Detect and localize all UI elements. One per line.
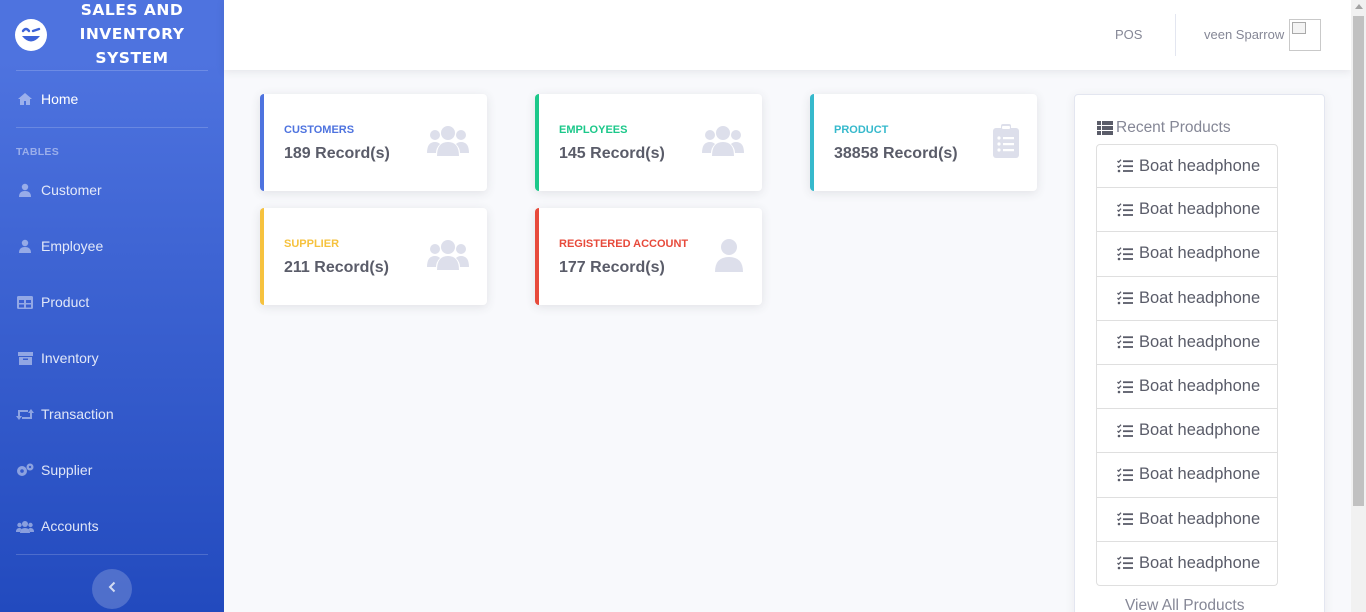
registered-account-card[interactable]: REGISTERED ACCOUNT 177 Record(s)	[535, 208, 762, 305]
sidebar-item-label: Supplier	[41, 462, 93, 478]
sidebar-item-employee[interactable]: Employee	[0, 218, 224, 274]
topbar-divider	[1175, 14, 1176, 56]
panel-title-text: Recent Products	[1116, 119, 1231, 136]
user-name[interactable]: veen Sparrow	[1204, 27, 1284, 42]
list-item[interactable]: Boat headphone	[1096, 364, 1278, 410]
card-value: 145 Record(s)	[559, 145, 665, 162]
list-item-label: Boat headphone	[1139, 421, 1261, 440]
card-label: CUSTOMERS	[284, 124, 355, 136]
broken-image-icon	[1292, 22, 1306, 34]
list-item[interactable]: Boat headphone	[1096, 541, 1278, 586]
sidebar: SALES AND INVENTORY SYSTEM Home TABLES C…	[0, 0, 224, 612]
tasks-icon	[1117, 203, 1139, 217]
sidebar-item-home[interactable]: Home	[0, 71, 224, 127]
supplier-card[interactable]: SUPPLIER 211 Record(s)	[260, 208, 487, 305]
tasks-icon	[1117, 159, 1139, 173]
users-icon	[702, 124, 744, 160]
list-item[interactable]: Boat headphone	[1096, 320, 1278, 365]
card-label: EMPLOYEES	[559, 124, 628, 136]
retweet-icon	[16, 407, 34, 421]
tasks-icon	[1117, 379, 1139, 394]
clipboard-list-icon	[993, 124, 1019, 158]
sidebar-heading: TABLES	[16, 146, 60, 158]
table-icon	[16, 295, 34, 309]
tasks-icon	[1117, 247, 1139, 261]
scrollbar-thumb[interactable]	[1353, 16, 1364, 506]
laugh-wink-icon	[14, 18, 48, 52]
list-item[interactable]: Boat headphone	[1096, 144, 1278, 189]
list-item-label: Boat headphone	[1139, 553, 1261, 572]
sidebar-item-inventory[interactable]: Inventory	[0, 330, 224, 386]
card-label: REGISTERED ACCOUNT	[559, 238, 689, 250]
sidebar-item-supplier[interactable]: Supplier	[0, 442, 224, 498]
list-item-label: Boat headphone	[1139, 244, 1261, 263]
sidebar-toggle-button[interactable]	[92, 569, 132, 609]
list-item-label: Boat headphone	[1139, 465, 1261, 484]
tasks-icon	[1117, 291, 1139, 305]
sidebar-item-label: Home	[41, 91, 79, 107]
users-icon	[16, 519, 34, 533]
sidebar-item-transaction[interactable]: Transaction	[0, 386, 224, 442]
panel-title: Recent Products	[1097, 119, 1231, 137]
sidebar-item-label: Product	[41, 294, 90, 310]
users-icon	[427, 238, 469, 274]
tasks-icon	[1117, 468, 1139, 482]
list-item-label: Boat headphone	[1139, 156, 1261, 175]
recent-products-list: Boat headphone Boat headphone Boat headpho…	[1096, 144, 1278, 586]
card-value: 189 Record(s)	[284, 145, 390, 162]
users-icon	[427, 124, 469, 160]
list-item-label: Boat headphone	[1139, 200, 1261, 219]
sidebar-item-accounts[interactable]: Accounts	[0, 498, 224, 554]
sidebar-item-customer[interactable]: Customer	[0, 162, 224, 218]
customers-card[interactable]: CUSTOMERS 189 Record(s)	[260, 94, 487, 191]
list-item-label: Boat headphone	[1139, 332, 1261, 351]
scroll-up-arrow-icon[interactable]	[1355, 4, 1363, 9]
avatar[interactable]	[1289, 19, 1321, 51]
brand-title: SALES AND INVENTORY SYSTEM	[79, 1, 185, 67]
employees-card[interactable]: EMPLOYEES 145 Record(s)	[535, 94, 762, 191]
list-item[interactable]: Boat headphone	[1096, 188, 1278, 233]
sidebar-brand[interactable]: SALES AND INVENTORY SYSTEM	[0, 0, 224, 70]
sidebar-item-label: Employee	[41, 238, 104, 254]
sidebar-item-label: Accounts	[41, 518, 99, 534]
scrollbar[interactable]	[1351, 0, 1366, 612]
card-value: 211 Record(s)	[284, 259, 389, 276]
sidebar-divider	[16, 554, 208, 555]
card-value: 38858 Record(s)	[834, 145, 958, 162]
user-icon	[16, 239, 34, 253]
card-value: 177 Record(s)	[559, 259, 665, 276]
sidebar-item-label: Inventory	[41, 350, 99, 366]
tasks-icon	[1117, 512, 1139, 526]
home-icon	[16, 92, 34, 106]
card-label: SUPPLIER	[284, 238, 340, 250]
list-item-label: Boat headphone	[1139, 509, 1261, 528]
archive-icon	[16, 351, 34, 365]
list-item-label: Boat headphone	[1139, 288, 1261, 307]
cogs-icon	[16, 463, 34, 477]
list-item[interactable]: Boat headphone	[1096, 409, 1278, 454]
list-item[interactable]: Boat headphone	[1096, 453, 1278, 498]
user-icon	[714, 238, 744, 272]
th-list-icon	[1097, 121, 1113, 135]
user-icon	[16, 183, 34, 197]
tasks-icon	[1117, 335, 1139, 349]
tasks-icon	[1117, 556, 1139, 570]
list-item[interactable]: Boat headphone	[1096, 497, 1278, 542]
sidebar-item-label: Customer	[41, 182, 102, 198]
chevron-left-icon	[108, 580, 116, 598]
card-label: PRODUCT	[834, 124, 889, 136]
topbar: POS veen Sparrow	[224, 0, 1351, 70]
recent-products-panel: Recent Products Boat headphone Boat headp…	[1074, 94, 1325, 612]
product-card[interactable]: PRODUCT 38858 Record(s)	[810, 94, 1037, 191]
tasks-icon	[1117, 423, 1139, 438]
sidebar-item-product[interactable]: Product	[0, 274, 224, 330]
list-item[interactable]: Boat headphone	[1096, 276, 1278, 321]
pos-link[interactable]: POS	[1115, 27, 1142, 42]
list-item[interactable]: Boat headphone	[1096, 232, 1278, 277]
list-item-label: Boat headphone	[1139, 377, 1261, 396]
view-all-products-link[interactable]: View All Products	[1125, 597, 1244, 612]
sidebar-item-label: Transaction	[41, 406, 114, 422]
